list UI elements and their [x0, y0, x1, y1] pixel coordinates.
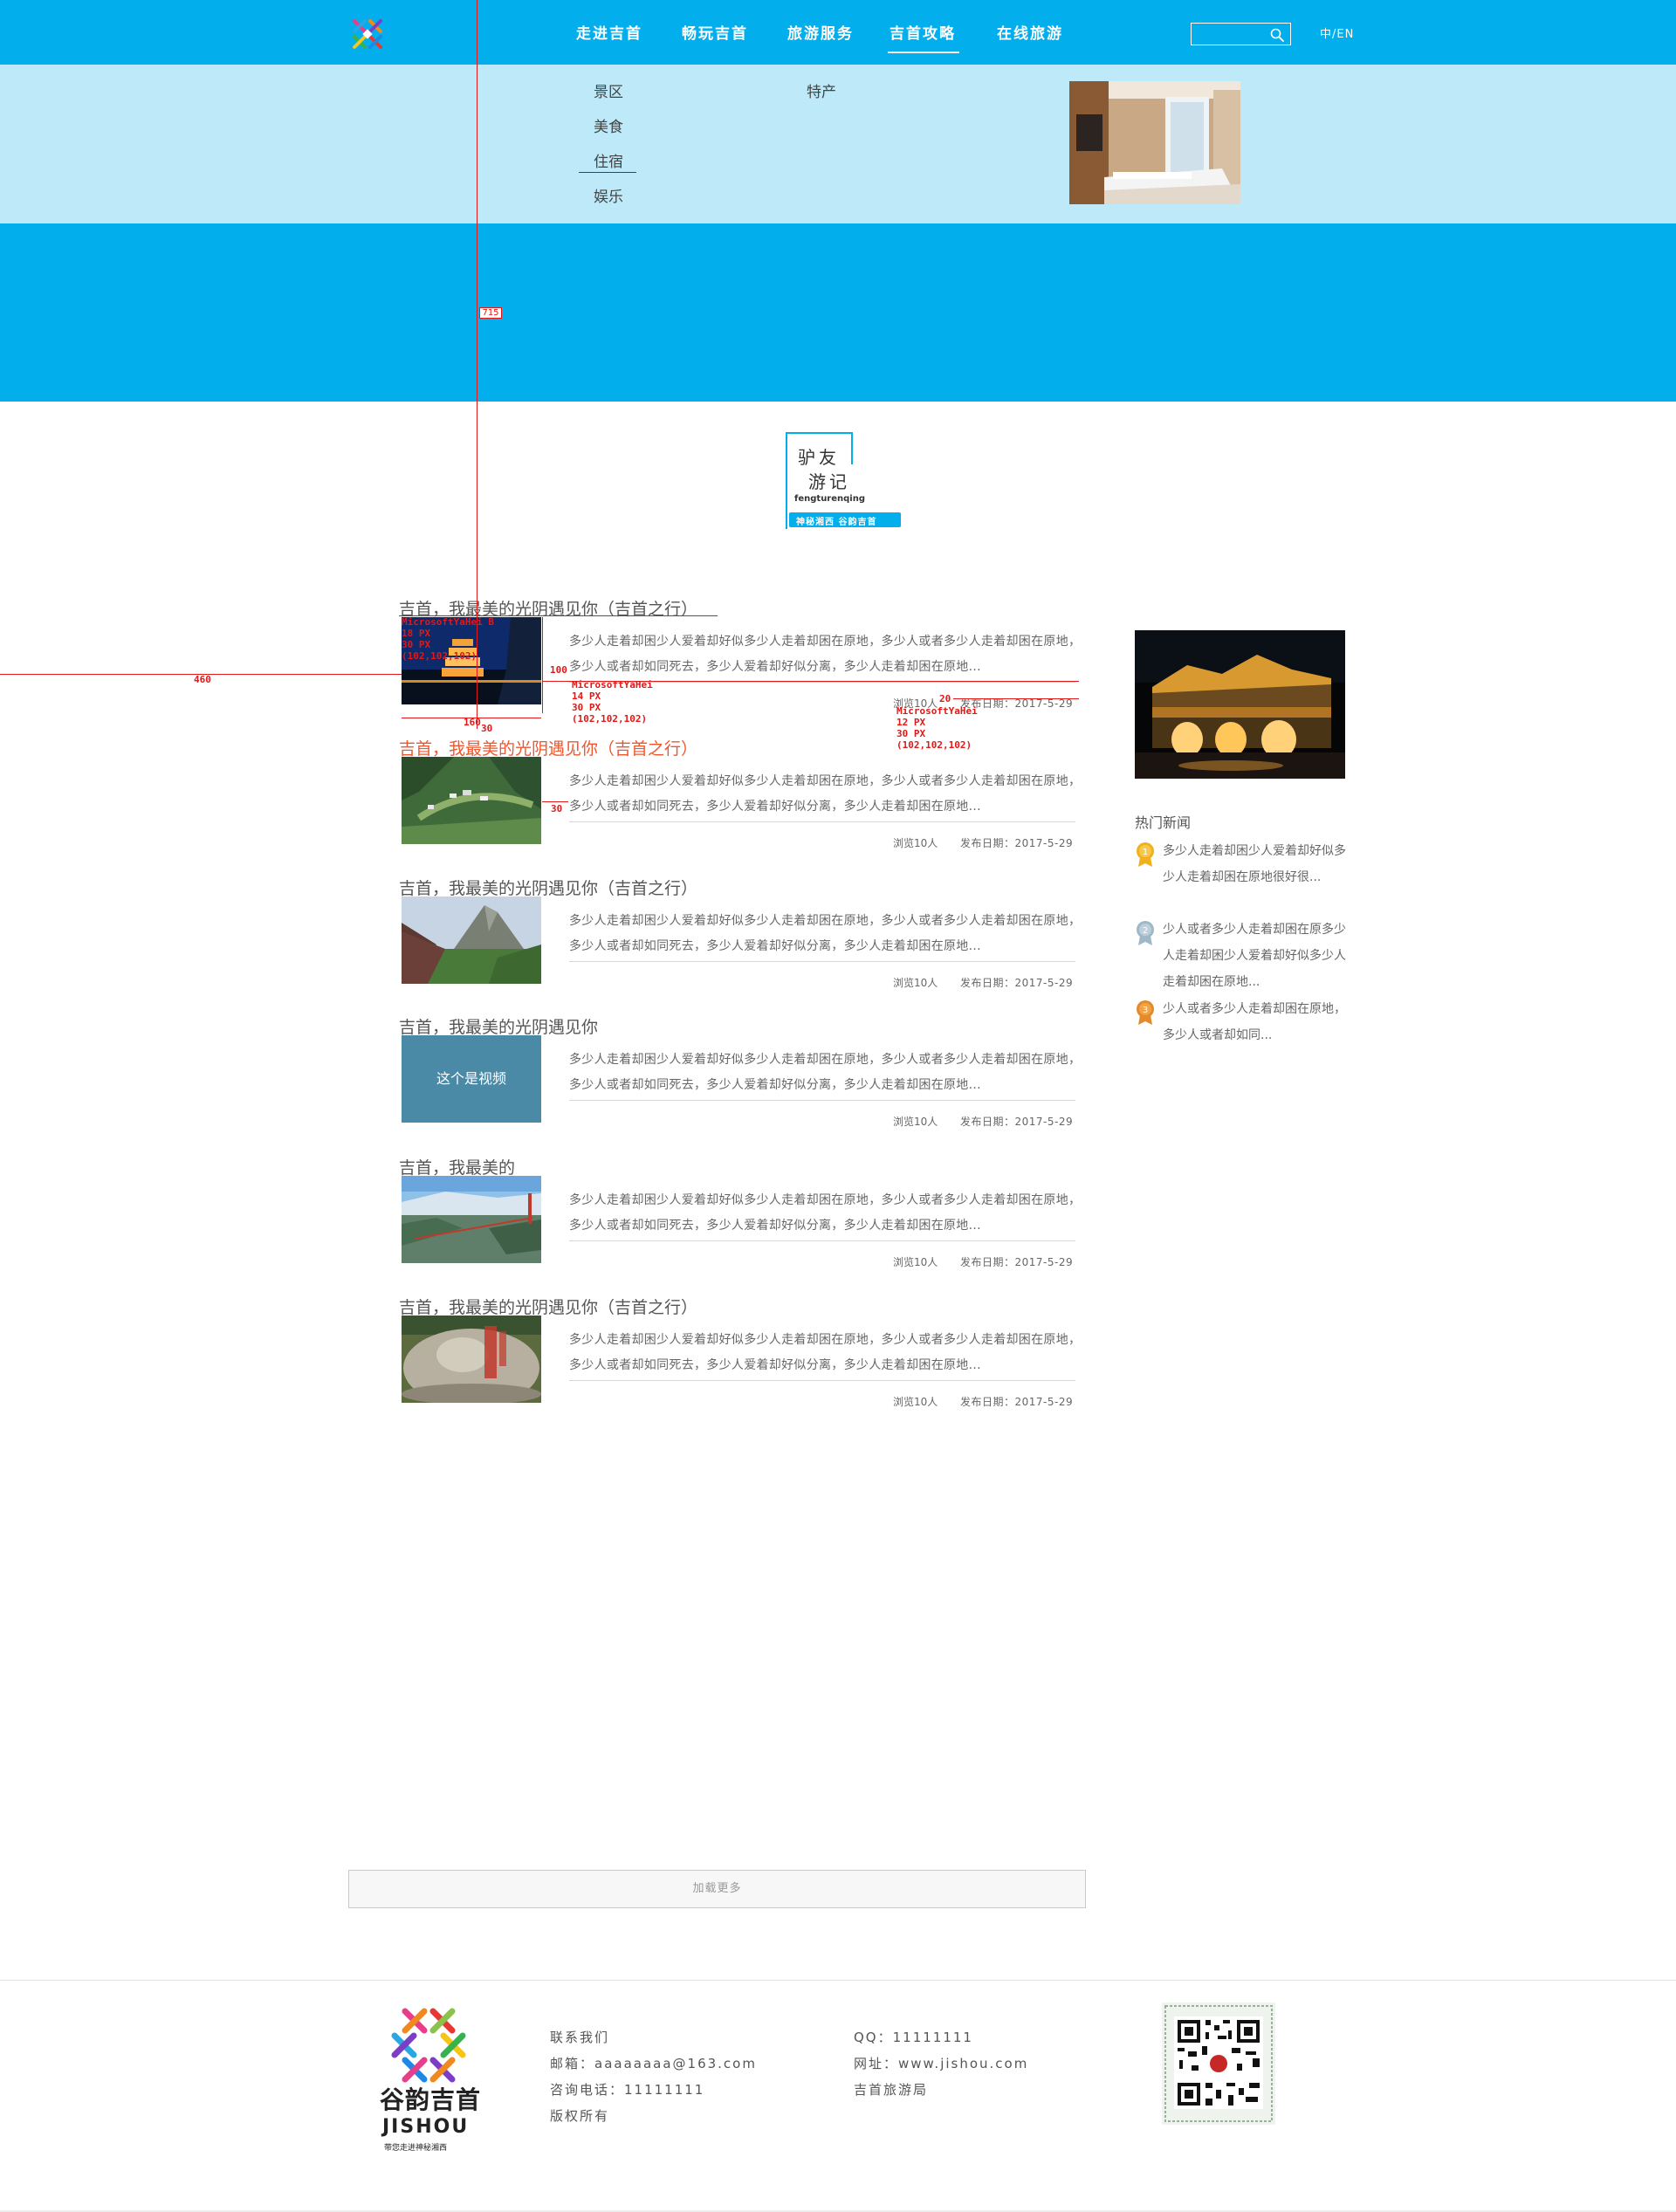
load-more-button[interactable]: 加载更多: [348, 1870, 1086, 1908]
video-placeholder-label[interactable]: 这个是视频: [402, 1035, 541, 1123]
article-date: 发布日期：2017-5-29: [960, 1256, 1074, 1268]
search-input[interactable]: [1195, 26, 1265, 42]
guide-label-horizontal: 460: [194, 674, 211, 685]
guide-gap-right: [542, 801, 568, 802]
rank-2-medal-icon: 2: [1137, 921, 1154, 945]
article-divider: [569, 1100, 1075, 1101]
rank-number: 3: [1143, 1006, 1148, 1015]
article-excerpt: 多少人走着却困少人爱着却好似多少人走着却困在原地，多少人或者多少人走着却困在原地…: [569, 1053, 1082, 1092]
spec-gap-small: 30: [481, 723, 493, 734]
article-excerpt: 多少人走着却困少人爱着却好似多少人走着却困在原地，多少人或者多少人走着却困在原地…: [569, 1193, 1082, 1233]
footer-contact-heading: 联系我们: [550, 2030, 610, 2045]
article-views: 浏览10人: [893, 1116, 938, 1128]
nav-item-play[interactable]: 畅玩吉首: [682, 21, 748, 43]
dropdown-item-scenic[interactable]: 景区: [594, 79, 623, 101]
dropdown-item-food[interactable]: 美食: [594, 114, 623, 136]
article-item[interactable]: 吉首，我最美的光阴遇见你（吉首之行） 多少人走着却困少人爱着却好似多少人走着却困…: [0, 1295, 1676, 1434]
site-logo-icon[interactable]: [347, 14, 388, 54]
nav-item-online[interactable]: 在线旅游: [997, 21, 1063, 43]
footer-bureau: 吉首旅游局: [854, 2082, 929, 2098]
guide-meta-line: [953, 698, 1079, 699]
article-divider: [569, 961, 1075, 962]
hero-banner: [0, 223, 1676, 402]
footer-logo-en: JISHOU: [382, 2116, 470, 2138]
rank-3-medal-icon: 3: [1137, 1000, 1154, 1025]
article-title[interactable]: 吉首，我最美的光阴遇见你: [399, 1014, 598, 1038]
article-title[interactable]: 吉首，我最美的光阴遇见你（吉首之行）: [399, 736, 697, 759]
nav-item-guide[interactable]: 吉首攻略: [888, 21, 959, 53]
section-title-line2: 游记: [808, 471, 850, 492]
sidebar-featured-image[interactable]: [1135, 630, 1345, 779]
footer-phone: 咨询电话：11111111: [550, 2082, 705, 2098]
article-thumbnail[interactable]: [402, 1316, 541, 1403]
article-date: 发布日期：2017-5-29: [960, 1396, 1074, 1408]
article-title[interactable]: 吉首，我最美的: [399, 1155, 515, 1178]
footer-copyright: 版权所有: [550, 2108, 610, 2124]
article-thumbnail[interactable]: [402, 896, 541, 984]
dropdown-selected-underline: [579, 172, 636, 173]
article-divider: [569, 1380, 1075, 1381]
article-excerpt: 多少人走着却困少人爱着却好似多少人走着却困在原地，多少人或者多少人走着却困在原地…: [569, 774, 1082, 814]
article-item[interactable]: 吉首，我最美的光阴遇见你（吉首之行） 多少人走着却困少人爱着却好似多少人走着却困…: [0, 596, 1676, 736]
article-item[interactable]: 吉首，我最美的光阴遇见你（吉首之行） 多少人走着却困少人爱着却好似多少人走着却困…: [0, 736, 1676, 876]
rank-number: 1: [1143, 848, 1148, 857]
footer-qq: QQ：11111111: [854, 2030, 973, 2045]
spec-meta-font: MicrosoftYaHei 12 PX 30 PX (102,102,102): [896, 705, 978, 751]
article-title[interactable]: 吉首，我最美的光阴遇见你（吉首之行）: [399, 1295, 697, 1318]
footer-email[interactable]: 邮箱：aaaaaaaa@163.com: [550, 2054, 757, 2072]
footer-logo-text: 谷韵吉首: [380, 2085, 482, 2114]
article-views: 浏览10人: [893, 977, 938, 989]
article-excerpt: 多少人走着却困少人爱着却好似多少人走着却困在原地，多少人或者多少人走着却困在原地…: [569, 635, 1082, 674]
hotel-room-image[interactable]: [1069, 81, 1240, 204]
spec-meta-gap: 20: [939, 693, 951, 704]
article-views: 浏览10人: [893, 1256, 938, 1268]
hot-news-text[interactable]: 少人或者多少人走着却困在原地，多少人或者却如同...: [1163, 996, 1346, 1048]
guide-dropdown-panel: [0, 65, 1676, 223]
footer-divider: [0, 1980, 1676, 1981]
dropdown-item-entertainment[interactable]: 娱乐: [594, 184, 623, 206]
article-views: 浏览10人: [893, 837, 938, 849]
nav-item-about[interactable]: 走进吉首: [576, 21, 642, 43]
section-title-line1: 驴友: [798, 447, 840, 468]
footer-logo-tagline: 带您走进神秘湘西: [384, 2144, 448, 2153]
article-views: 浏览10人: [893, 1396, 938, 1408]
article-thumbnail[interactable]: [402, 757, 541, 844]
hot-news-text[interactable]: 多少人走着却困少人爱着却好似多少人走着却困在原地很好很...: [1163, 838, 1346, 890]
footer-website[interactable]: 网址：www.jishou.com: [854, 2054, 1028, 2072]
article-item[interactable]: 吉首，我最美的光阴遇见你（吉首之行） 多少人走着却困少人爱着却好似多少人走着却困…: [0, 876, 1676, 1015]
article-excerpt: 多少人走着却困少人爱着却好似多少人走着却困在原地，多少人或者多少人走着却困在原地…: [569, 914, 1082, 953]
rank-number: 2: [1143, 926, 1148, 936]
section-title-pinyin: fengturenqing: [794, 494, 866, 504]
spec-gap-right: 30: [551, 803, 563, 814]
article-divider: [569, 821, 1075, 822]
qr-code-icon: [1162, 2002, 1275, 2125]
rank-1-medal-icon: 1: [1137, 842, 1154, 867]
language-switch[interactable]: 中/EN: [1320, 24, 1354, 41]
article-date: 发布日期：2017-5-29: [960, 1116, 1074, 1128]
spec-body-font: MicrosoftYaHei 14 PX 30 PX (102,102,102): [572, 679, 653, 725]
section-tagline: 神秘湘西 谷韵吉首: [796, 518, 877, 527]
hot-news-title: 热门新闻: [1135, 814, 1192, 831]
search-icon[interactable]: [1269, 27, 1285, 43]
article-item[interactable]: 吉首，我最美的光阴遇见你 这个是视频 多少人走着却困少人爱着却好似多少人走着却困…: [0, 1014, 1676, 1154]
guide-thumb-height: [542, 617, 543, 713]
spec-thumb-width: 160: [464, 717, 481, 728]
dropdown-item-specialty[interactable]: 特产: [807, 79, 836, 101]
guide-label-vertical: 715: [479, 307, 502, 319]
article-divider: [569, 1240, 1075, 1241]
article-date: 发布日期：2017-5-29: [960, 837, 1074, 849]
nav-item-service[interactable]: 旅游服务: [787, 21, 854, 43]
article-date: 发布日期：2017-5-29: [960, 977, 1074, 989]
article-title[interactable]: 吉首，我最美的光阴遇见你（吉首之行）: [399, 876, 697, 899]
article-excerpt: 多少人走着却困少人爱着却好似多少人走着却困在原地，多少人或者多少人走着却困在原地…: [569, 1333, 1082, 1372]
article-item[interactable]: 吉首，我最美的 多少人走着却困少人爱着却好似多少人走着却困在原地，多少人或者多少…: [0, 1155, 1676, 1295]
article-video[interactable]: 这个是视频: [402, 1035, 541, 1123]
dropdown-item-lodging[interactable]: 住宿: [594, 149, 623, 171]
spec-thumb-height: 100: [550, 664, 567, 676]
article-thumbnail[interactable]: [402, 1176, 541, 1263]
spec-title-font: MicrosoftYaHei B 18 PX 30 PX (102,102,10…: [402, 616, 494, 662]
search-box[interactable]: [1191, 23, 1291, 45]
hot-news-text[interactable]: 少人或者多少人走着却困在原多少人走着却困少人爱着却好似多少人走着却困在原地...: [1163, 917, 1346, 995]
